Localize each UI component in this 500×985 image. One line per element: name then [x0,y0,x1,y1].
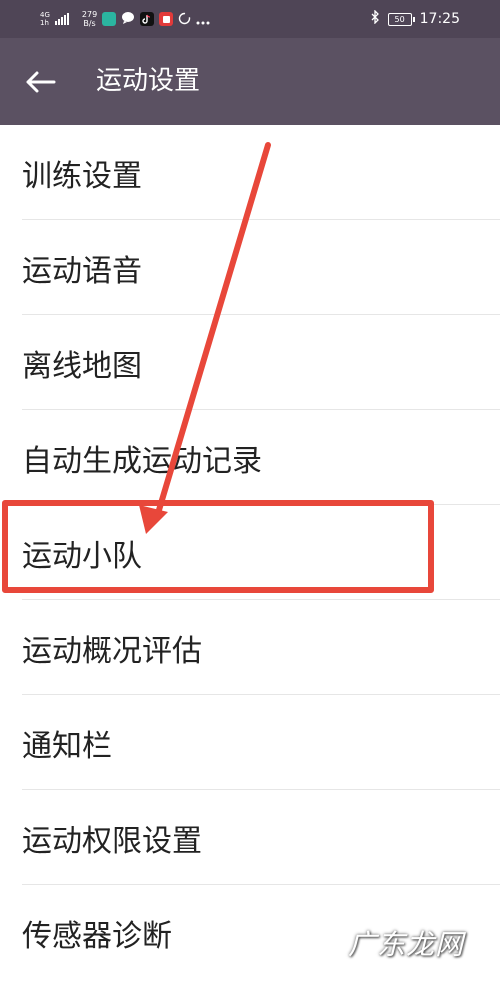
status-left-group: 4G 1h 279 B/s [40,6,210,32]
menu-item-offline-map[interactable]: 离线地图 [0,315,500,410]
menu-item-label: 运动概况评估 [22,633,202,669]
watermark: 广东龙网 [347,928,464,961]
menu-item-label: 通知栏 [22,728,112,764]
battery-icon: 50 [387,12,415,26]
menu-item-notification-bar[interactable]: 通知栏 [0,695,500,790]
status-time: 17:25 [419,11,460,27]
sync-icon [178,10,191,29]
menu-item-exercise-assessment[interactable]: 运动概况评估 [0,600,500,695]
menu-item-label: 自动生成运动记录 [22,443,262,479]
menu-item-label: 离线地图 [22,348,142,384]
tiktok-icon [140,12,155,26]
menu-item-training-settings[interactable]: 训练设置 [0,125,500,220]
more-icon [196,10,210,29]
menu-item-label: 训练设置 [22,158,142,194]
network-type-bottom: 1h [40,19,49,27]
network-speed-unit: B/s [83,19,96,28]
notification-icon [159,12,174,26]
network-speed-value: 279 [81,10,98,19]
menu-item-permission-settings[interactable]: 运动权限设置 [0,790,500,885]
arrow-left-icon[interactable] [22,64,58,100]
menu-item-label: 传感器诊断 [22,918,172,954]
bluetooth-icon [370,9,380,28]
menu-item-label: 运动权限设置 [22,823,202,859]
signal-icon [54,13,69,25]
app-bar: 运动设置 [0,38,500,125]
menu-item-label: 运动语音 [22,253,142,289]
status-bar: 4G 1h 279 B/s 50 17:25 [0,0,500,38]
network-type-top: 4G [40,11,50,19]
app-icon [102,12,117,26]
page-title: 运动设置 [96,66,201,96]
menu-item-exercise-voice[interactable]: 运动语音 [0,220,500,315]
network-type: 4G 1h [40,11,50,27]
battery-level: 50 [394,14,405,24]
network-speed: 279 B/s [82,10,97,28]
message-icon [121,10,135,29]
status-right-group: 50 17:25 [370,6,460,32]
menu-item-auto-record[interactable]: 自动生成运动记录 [0,410,500,505]
highlight-box [2,500,434,593]
